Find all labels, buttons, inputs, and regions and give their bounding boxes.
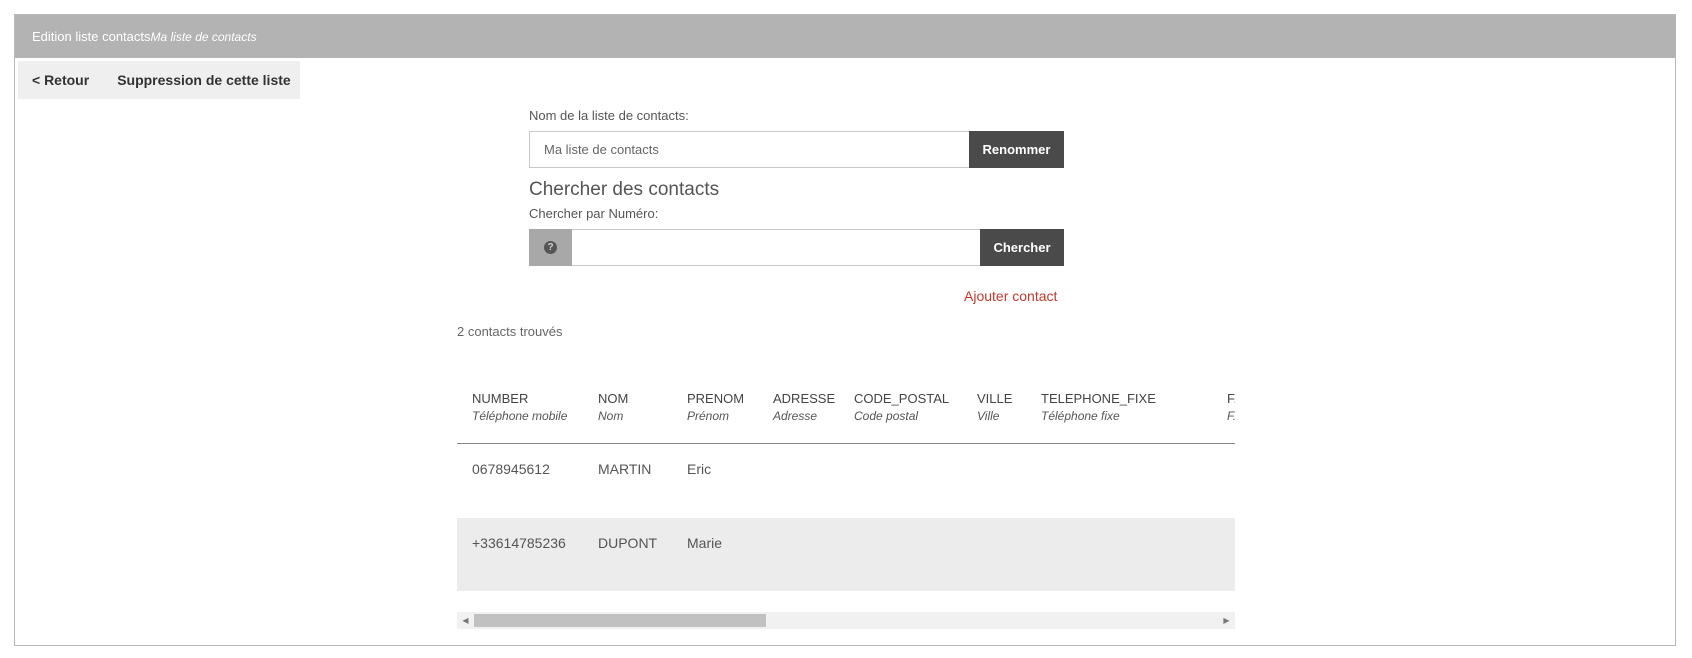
cell-nom: MARTIN	[598, 461, 652, 477]
header-title: Edition liste contacts	[32, 29, 151, 44]
column-header[interactable]: NUMBER Téléphone mobile	[472, 391, 567, 423]
back-button[interactable]: < Retour	[18, 72, 103, 88]
search-row: ? Chercher	[529, 229, 1064, 266]
table-row[interactable]: +33614785236 DUPONT Marie	[457, 518, 1235, 591]
list-name-label: Nom de la liste de contacts:	[529, 108, 689, 123]
question-icon: ?	[544, 241, 557, 254]
cell-number: 0678945612	[472, 461, 550, 477]
column-header[interactable]: F... F...	[1227, 391, 1235, 423]
scroll-left-icon[interactable]: ◀	[457, 612, 474, 629]
action-bar: < Retour Suppression de cette liste	[18, 61, 300, 99]
column-header[interactable]: PRENOM Prénom	[687, 391, 744, 423]
panel-header: Edition liste contactsMa liste de contac…	[15, 15, 1675, 58]
cell-number: +33614785236	[472, 535, 566, 551]
scroll-thumb[interactable]	[474, 614, 766, 627]
cell-prenom: Eric	[687, 461, 712, 477]
contacts-table: NUMBER Téléphone mobile NOM Nom PRENOM P…	[457, 375, 1235, 591]
rename-button[interactable]: Renommer	[969, 131, 1064, 168]
results-count: 2 contacts trouvés	[457, 324, 563, 339]
add-contact-link[interactable]: Ajouter contact	[964, 288, 1057, 304]
search-by-number-label: Chercher par Numéro:	[529, 206, 659, 221]
cell-prenom: Marie	[687, 535, 723, 551]
table-row[interactable]: 0678945612 MARTIN Eric	[457, 444, 1235, 518]
column-header[interactable]: CODE_POSTAL Code postal	[854, 391, 949, 423]
table-header: NUMBER Téléphone mobile NOM Nom PRENOM P…	[457, 375, 1235, 444]
column-header[interactable]: NOM Nom	[598, 391, 628, 423]
scroll-right-icon[interactable]: ▶	[1218, 612, 1235, 629]
search-section-title: Chercher des contacts	[529, 179, 720, 200]
search-number-input[interactable]	[572, 229, 980, 266]
rename-row: Renommer	[529, 131, 1064, 168]
horizontal-scrollbar[interactable]: ◀ ▶	[457, 612, 1235, 629]
column-header[interactable]: VILLE Ville	[977, 391, 1012, 423]
help-button[interactable]: ?	[529, 229, 572, 266]
column-header[interactable]: ADRESSE Adresse	[773, 391, 835, 423]
cell-nom: DUPONT	[598, 535, 658, 551]
search-button[interactable]: Chercher	[980, 229, 1064, 266]
delete-list-button[interactable]: Suppression de cette liste	[103, 72, 305, 88]
list-name-input[interactable]	[529, 131, 969, 168]
column-header[interactable]: TELEPHONE_FIXE Téléphone fixe	[1041, 391, 1156, 423]
header-subtitle: Ma liste de contacts	[150, 30, 257, 44]
